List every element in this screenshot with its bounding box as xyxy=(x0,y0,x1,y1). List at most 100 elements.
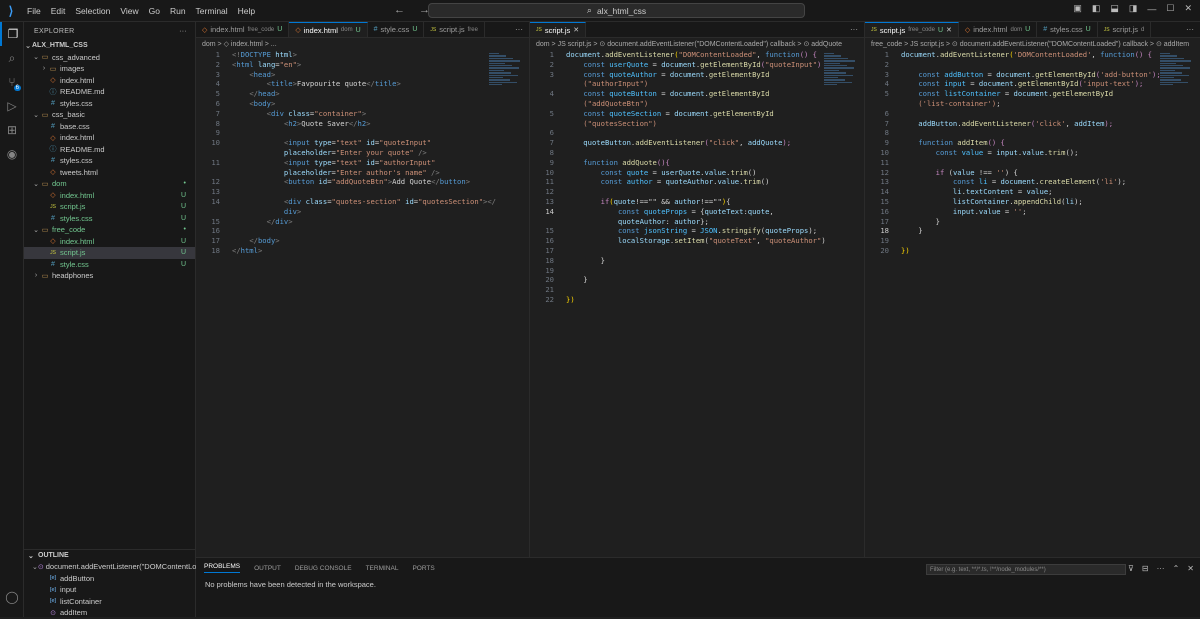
folder-item[interactable]: ⌄ ▭ free_code • xyxy=(24,224,195,236)
code-line[interactable]: 6 xyxy=(530,128,864,138)
code-line[interactable]: ("authorInput") xyxy=(530,79,864,89)
source-control-icon[interactable]: ⑂ 6 xyxy=(0,70,24,94)
minimap[interactable] xyxy=(1160,53,1194,93)
editor-tab-index-html[interactable]: ◇ index.html free_code U xyxy=(196,22,290,37)
code-line[interactable]: 16 input.value = ''; xyxy=(865,207,1200,217)
toggle-panel-icon[interactable]: ⬓ xyxy=(1110,3,1119,14)
code-line[interactable]: 4 const input = document.getElementById(… xyxy=(865,79,1200,89)
code-line[interactable]: 15 </div> xyxy=(196,217,529,227)
code-line[interactable]: 6 xyxy=(865,109,1200,119)
code-line[interactable]: 15 const jsonString = JSON.stringify(quo… xyxy=(530,226,864,236)
outline-item[interactable]: [e] addButton xyxy=(24,573,196,585)
code-line[interactable]: 10 const quote = userQuote.value.trim() xyxy=(530,168,864,178)
outline-item[interactable]: ⌄ ⊙ document.addEventListener("DOMContentL… xyxy=(24,561,207,573)
code-line[interactable]: 1 document.addEventListener("DOMContentLo… xyxy=(530,50,864,60)
filter-icon[interactable]: ⊽ xyxy=(1128,564,1134,573)
code-line[interactable]: 16 xyxy=(196,226,529,236)
editor-tab-script-js[interactable]: JS script.js free_code U ✕ xyxy=(865,22,959,37)
code-line[interactable]: 8 <h2>Quote Saver</h2> xyxy=(196,119,529,129)
maximize-panel-icon[interactable]: ⌃ xyxy=(1173,564,1180,573)
code-line[interactable]: 17 xyxy=(530,246,864,256)
editor-tab-script-js[interactable]: JS script.js free xyxy=(424,22,485,37)
code-line[interactable]: 9 function addItem() { xyxy=(865,138,1200,148)
code-line[interactable]: 19 xyxy=(865,236,1200,246)
panel-tab-debug-console[interactable]: DEBUG CONSOLE xyxy=(295,565,352,572)
file-item[interactable]: # styles.css xyxy=(24,155,195,167)
code-line[interactable]: 16 localStorage.setItem("quoteText", "qu… xyxy=(530,236,864,246)
code-line[interactable]: 15 listContainer.appendChild(li); xyxy=(865,197,1200,207)
explorer-icon[interactable]: ❐ xyxy=(0,22,24,46)
code-line[interactable]: 10 const value = input.value.trim(); xyxy=(865,148,1200,158)
code-line[interactable]: 12 if (value !== '') { xyxy=(865,168,1200,178)
code-line[interactable]: 8 xyxy=(530,148,864,158)
panel-tab-ports[interactable]: PORTS xyxy=(412,565,434,572)
editor-more-actions-icon[interactable]: ··· xyxy=(1180,22,1200,37)
editor-tab-index-html[interactable]: ◇ index.html dom U xyxy=(959,22,1038,37)
code-line[interactable]: 4 <title>Favpourite quote</title> xyxy=(196,79,529,89)
minimize-icon[interactable]: — xyxy=(1147,4,1156,14)
code-line[interactable]: 7 quoteButton.addEventListener("click", … xyxy=(530,138,864,148)
file-item[interactable]: JS script.js U xyxy=(24,201,195,213)
code-line[interactable]: 18 } xyxy=(865,226,1200,236)
code-line[interactable]: ("quotesSection") xyxy=(530,119,864,129)
code-line[interactable]: 3 const addButton = document.getElementB… xyxy=(865,70,1200,80)
file-item[interactable]: ⓘ README.md xyxy=(24,144,195,156)
editor-more-actions-icon[interactable]: ··· xyxy=(844,22,864,37)
outline-item[interactable]: [e] input xyxy=(24,584,196,596)
code-line[interactable]: 18 </html> xyxy=(196,246,529,256)
code-line[interactable]: quoteAuthor: author}; xyxy=(530,217,864,227)
code-line[interactable]: 14 const quoteProps = {quoteText:quote, xyxy=(530,207,864,217)
editor-tab-index-html[interactable]: ◇ index.html dom U xyxy=(289,22,368,37)
code-line[interactable]: 11 <input type="text" id="authorInput" xyxy=(196,158,529,168)
file-item[interactable]: # styles.css U xyxy=(24,213,195,225)
code-line[interactable]: 5 const quoteSection = document.getEleme… xyxy=(530,109,864,119)
command-center-search[interactable]: ⌕ alx_html_css xyxy=(428,3,805,18)
minimap[interactable] xyxy=(489,53,523,93)
code-line[interactable]: 11 const author = quoteAuthor.value.trim… xyxy=(530,177,864,187)
code-line[interactable]: 9 function addQuote(){ xyxy=(530,158,864,168)
code-line[interactable]: placeholder="Enter your quote" /> xyxy=(196,148,529,158)
menu-item-file[interactable]: File xyxy=(22,6,46,16)
maximize-icon[interactable]: ☐ xyxy=(1166,3,1174,14)
close-icon[interactable]: ✕ xyxy=(1184,3,1192,14)
file-item[interactable]: ◇ tweets.html xyxy=(24,167,195,179)
folder-item[interactable]: ⌄ ▭ dom • xyxy=(24,178,195,190)
menu-item-view[interactable]: View xyxy=(115,6,143,16)
code-line[interactable]: 7 <div class="container"> xyxy=(196,109,529,119)
close-tab-icon[interactable]: ✕ xyxy=(573,26,579,34)
panel-tab-output[interactable]: OUTPUT xyxy=(254,565,281,572)
code-line[interactable]: 17 } xyxy=(865,217,1200,227)
editor-tab-styles-css[interactable]: # styles.css U xyxy=(1037,22,1098,37)
problems-filter-input[interactable]: Filter (e.g. text, **/*.ts, !**/node_mod… xyxy=(926,564,1126,575)
editor-tab-script-js[interactable]: JS script.js d xyxy=(1098,22,1152,37)
folder-item[interactable]: › ▭ headphones xyxy=(24,270,195,282)
code-line[interactable]: 1 <!DOCTYPE html> xyxy=(196,50,529,60)
code-line[interactable]: placeholder="Enter author's name" /> xyxy=(196,168,529,178)
code-line[interactable]: 20 } xyxy=(530,275,864,285)
code-line[interactable]: 13 if(quote!=="" && author!==""){ xyxy=(530,197,864,207)
file-item[interactable]: ◇ index.html U xyxy=(24,190,195,202)
outline-item[interactable]: [e] listContainer xyxy=(24,596,196,608)
editor-tab-style-css[interactable]: # style.css U xyxy=(368,22,425,37)
editor-more-actions-icon[interactable]: ··· xyxy=(509,22,529,37)
code-line[interactable]: 8 xyxy=(865,128,1200,138)
code-line[interactable]: 2 xyxy=(865,60,1200,70)
code-line[interactable]: 17 </body> xyxy=(196,236,529,246)
folder-item[interactable]: ⌄ ▭ css_basic xyxy=(24,109,195,121)
menu-item-selection[interactable]: Selection xyxy=(70,6,115,16)
folder-item[interactable]: ⌄ ▭ css_advanced xyxy=(24,52,195,64)
code-line[interactable]: 20}) xyxy=(865,246,1200,256)
code-line[interactable]: 19 xyxy=(530,266,864,276)
file-item[interactable]: ◇ index.html xyxy=(24,132,195,144)
code-line[interactable]: 14 <div class="quotes-section" id="quote… xyxy=(196,197,529,207)
code-line[interactable]: 13 xyxy=(196,187,529,197)
folder-item[interactable]: › ▭ images xyxy=(24,63,195,75)
file-item[interactable]: # style.css U xyxy=(24,259,195,271)
file-item[interactable]: # base.css xyxy=(24,121,195,133)
code-line[interactable]: 3 const quoteAuthor = document.getElemen… xyxy=(530,70,864,80)
code-line[interactable]: 11 xyxy=(865,158,1200,168)
file-item[interactable]: ◇ index.html U xyxy=(24,236,195,248)
code-line[interactable]: 2 const userQuote = document.getElementB… xyxy=(530,60,864,70)
menu-item-terminal[interactable]: Terminal xyxy=(191,6,233,16)
more-actions-icon[interactable]: ··· xyxy=(179,28,187,35)
